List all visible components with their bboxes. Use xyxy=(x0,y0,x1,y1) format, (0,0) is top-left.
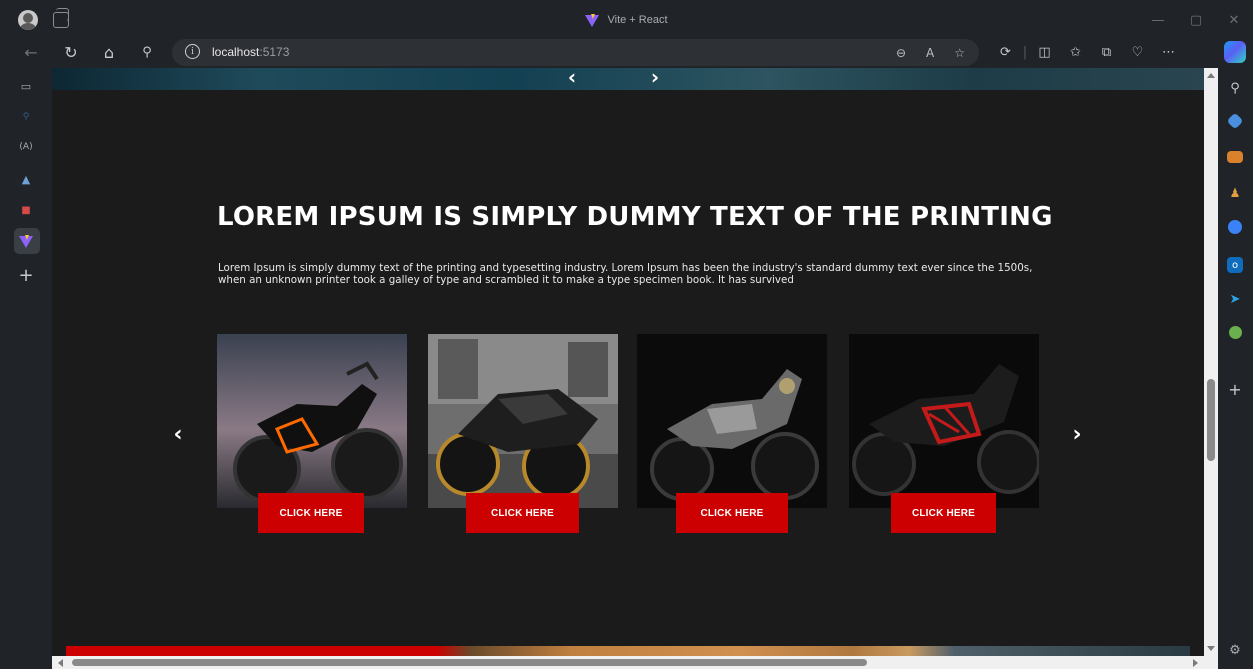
settings-icon[interactable]: ⚙ xyxy=(1227,642,1243,658)
click-here-button[interactable]: CLICK HERE xyxy=(676,493,788,533)
next-section-preview xyxy=(66,646,1190,656)
section-paragraph: Lorem Ipsum is simply dummy text of the … xyxy=(218,262,1033,286)
address-text[interactable]: localhost:5173 xyxy=(212,45,289,59)
carousel-next-arrow[interactable]: › xyxy=(1067,422,1087,447)
refresh-icon[interactable]: ↻ xyxy=(58,39,84,65)
home-icon[interactable]: ⌂ xyxy=(96,39,122,65)
search-tab-icon[interactable]: ⚲ xyxy=(17,108,35,126)
favorites-icon[interactable]: ✩ xyxy=(1060,39,1091,65)
carousel-prev-arrow[interactable]: ‹ xyxy=(168,422,188,447)
tools-icon[interactable] xyxy=(1227,151,1243,163)
address-host: localhost xyxy=(212,45,260,59)
vertical-scroll-thumb[interactable] xyxy=(1207,379,1215,461)
copilot-app-icon[interactable] xyxy=(1228,220,1242,234)
horizontal-scroll-thumb[interactable] xyxy=(72,659,867,666)
toolbar-divider: | xyxy=(1022,44,1028,60)
click-here-button[interactable]: CLICK HERE xyxy=(891,493,996,533)
hero-prev-arrow[interactable]: ‹ xyxy=(563,68,581,89)
app-tab-icon[interactable]: ■ xyxy=(17,201,35,219)
tab-sidebar-icon[interactable]: ▭ xyxy=(17,77,35,95)
product-card-image[interactable] xyxy=(849,334,1039,508)
collections-icon[interactable]: ⧉ xyxy=(1091,39,1122,65)
scroll-left-arrow-icon[interactable] xyxy=(58,659,63,667)
page-viewport: ‹ › LOREM IPSUM IS SIMPLY DUMMY TEXT OF … xyxy=(52,68,1204,656)
scroll-down-arrow-icon[interactable] xyxy=(1207,646,1215,651)
vite-logo-icon xyxy=(585,13,600,27)
products-section: LOREM IPSUM IS SIMPLY DUMMY TEXT OF THE … xyxy=(52,90,1204,644)
browser-essentials-icon[interactable]: ♡ xyxy=(1122,39,1153,65)
vertical-scrollbar[interactable] xyxy=(1204,68,1218,656)
zoom-icon[interactable]: ⊖ xyxy=(896,46,906,60)
new-tab-icon[interactable]: + xyxy=(17,265,35,286)
window-title: Vite + React xyxy=(0,0,1253,40)
minimize-button[interactable]: — xyxy=(1139,0,1177,40)
section-headline: LOREM IPSUM IS SIMPLY DUMMY TEXT OF THE … xyxy=(217,202,1053,232)
back-icon[interactable]: ← xyxy=(18,39,44,65)
scrollbar-corner xyxy=(1204,656,1218,669)
product-card-image[interactable] xyxy=(217,334,407,508)
product-card-image[interactable] xyxy=(637,334,827,508)
close-button[interactable]: ✕ xyxy=(1215,0,1253,40)
site-info-icon[interactable]: i xyxy=(185,44,200,59)
browser-toolbar: ← ↻ ⌂ ⚲ i localhost:5173 ⊖ A ☆ ⟳ | ◫ ✩ ⧉… xyxy=(0,36,1253,68)
click-here-button[interactable]: CLICK HERE xyxy=(466,493,579,533)
right-sidebar: ⚲ ♟ o ➤ + ⚙ xyxy=(1218,68,1253,669)
product-card-image[interactable] xyxy=(428,334,618,508)
search-icon[interactable]: ⚲ xyxy=(1227,80,1243,96)
extensions-icon[interactable]: ⟳ xyxy=(990,39,1021,65)
click-here-button[interactable]: CLICK HERE xyxy=(258,493,364,533)
scroll-up-arrow-icon[interactable] xyxy=(1207,73,1215,78)
vite-tab-icon[interactable] xyxy=(17,232,35,250)
copilot-icon[interactable] xyxy=(1224,41,1246,63)
horizontal-scrollbar[interactable] xyxy=(52,656,1204,669)
telegram-icon[interactable]: ➤ xyxy=(1227,291,1243,307)
people-icon[interactable]: ♟ xyxy=(1227,185,1243,201)
scroll-right-arrow-icon[interactable] xyxy=(1193,659,1198,667)
search-icon[interactable]: ⚲ xyxy=(134,39,160,65)
left-sidebar: ▭ ⚲ (A) ▲ ■ + xyxy=(0,68,52,669)
shopping-icon[interactable] xyxy=(1226,112,1244,130)
read-aloud-icon[interactable]: A xyxy=(926,46,934,60)
maximize-button[interactable]: ▢ xyxy=(1177,0,1215,40)
photos-tab-icon[interactable]: ▲ xyxy=(17,170,35,188)
split-screen-icon[interactable]: ◫ xyxy=(1029,39,1060,65)
translate-tab-icon[interactable]: (A) xyxy=(17,138,35,156)
tree-icon[interactable] xyxy=(1229,326,1242,339)
browser-titlebar: Vite + React — ▢ ✕ xyxy=(0,0,1253,40)
hero-banner xyxy=(52,68,1204,90)
hero-next-arrow[interactable]: › xyxy=(646,68,664,89)
add-icon[interactable]: + xyxy=(1227,380,1243,399)
favorite-star-icon[interactable]: ☆ xyxy=(954,46,965,60)
address-port: :5173 xyxy=(259,45,290,59)
window-title-text: Vite + React xyxy=(607,14,668,26)
address-bar[interactable]: i localhost:5173 ⊖ A ☆ xyxy=(172,39,979,66)
more-icon[interactable]: ⋯ xyxy=(1153,39,1184,65)
outlook-icon[interactable]: o xyxy=(1227,257,1243,273)
